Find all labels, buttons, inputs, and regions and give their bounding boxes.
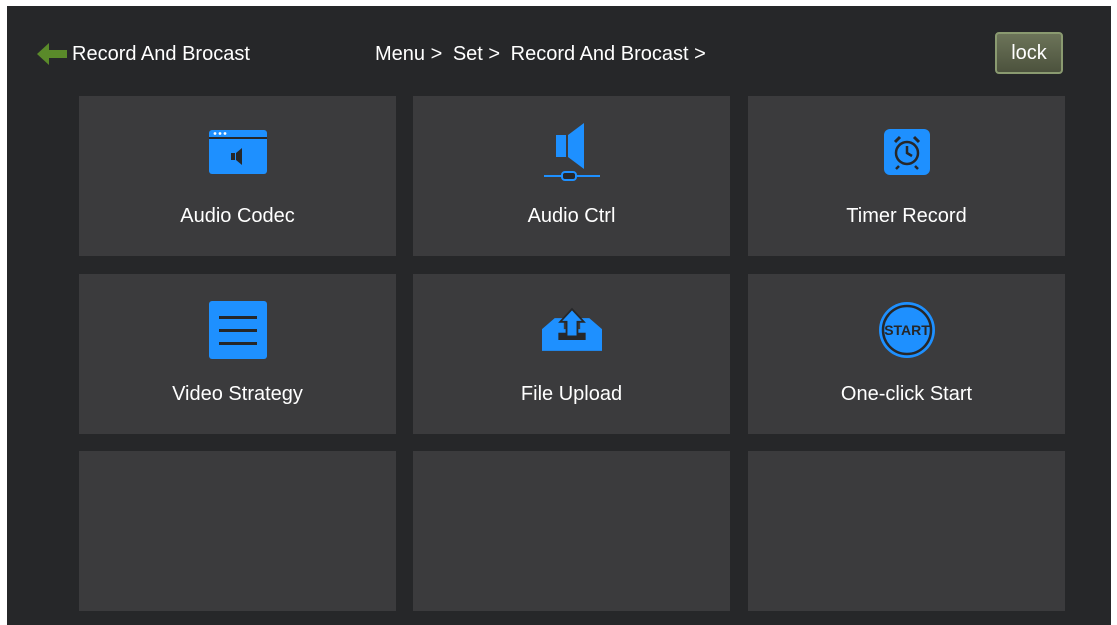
- header: Record And Brocast Menu > Set > Record A…: [7, 6, 1111, 94]
- breadcrumb-set[interactable]: Set >: [453, 43, 500, 65]
- tile-label: Audio Ctrl: [527, 205, 616, 227]
- audio-codec-icon: [208, 124, 268, 180]
- tile-audio-ctrl[interactable]: Audio Ctrl: [413, 96, 730, 256]
- svg-text:START: START: [884, 322, 930, 338]
- tile-label: Video Strategy: [172, 383, 303, 405]
- lock-button[interactable]: lock: [995, 32, 1063, 74]
- speaker-slider-icon: [542, 123, 602, 181]
- start-icon: START: [877, 302, 937, 358]
- screen: Record And Brocast Menu > Set > Record A…: [7, 6, 1111, 625]
- upload-tray-icon: [541, 302, 602, 358]
- tile-label: One-click Start: [840, 383, 973, 405]
- arrow-left-icon[interactable]: [35, 40, 69, 68]
- tile-empty: [748, 451, 1065, 611]
- tile-file-upload[interactable]: File Upload: [413, 274, 730, 434]
- alarm-clock-icon: [877, 124, 937, 180]
- breadcrumb-menu[interactable]: Menu >: [375, 43, 442, 65]
- tile-label: File Upload: [520, 383, 623, 405]
- tile-timer-record[interactable]: Timer Record: [748, 96, 1065, 256]
- tile-empty: [413, 451, 730, 611]
- tile-one-click-start[interactable]: START One-click Start: [748, 274, 1065, 434]
- list-document-icon: [208, 301, 268, 359]
- tile-empty: [79, 451, 396, 611]
- page-title: Record And Brocast: [72, 43, 250, 65]
- tile-label: Timer Record: [846, 205, 967, 227]
- tile-label: Audio Codec: [180, 205, 295, 227]
- tile-video-strategy[interactable]: Video Strategy: [79, 274, 396, 434]
- tile-audio-codec[interactable]: Audio Codec: [79, 96, 396, 256]
- breadcrumb-record-and-brocast[interactable]: Record And Brocast >: [511, 43, 706, 65]
- breadcrumb: Menu > Set > Record And Brocast >: [375, 42, 711, 66]
